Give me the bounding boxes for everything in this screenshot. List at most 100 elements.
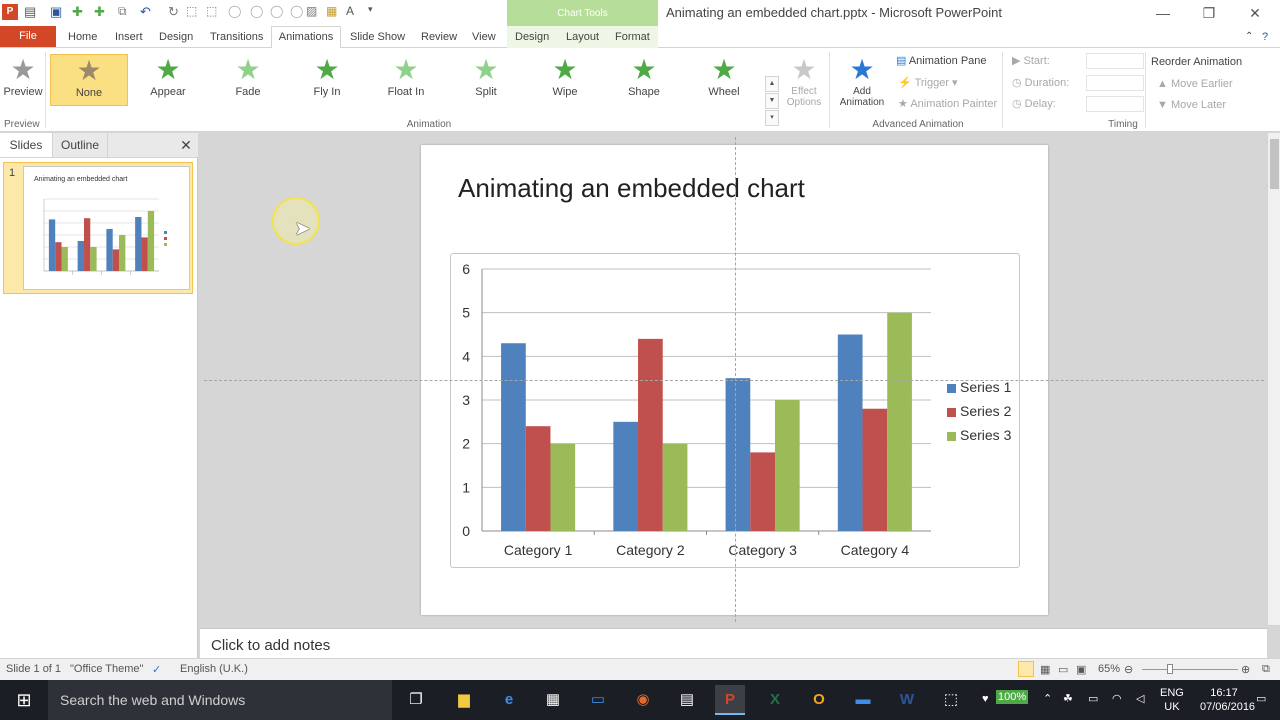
- powerpoint-logo-icon[interactable]: P: [2, 4, 18, 20]
- zoom-slider[interactable]: [1142, 669, 1238, 670]
- minimize-icon[interactable]: —: [1148, 2, 1178, 24]
- outlook-icon[interactable]: O: [804, 685, 834, 715]
- animation-painter-button[interactable]: ★ Animation Painter: [898, 97, 997, 110]
- notes-pane[interactable]: Click to add notes: [200, 628, 1267, 658]
- snipping-tool-icon[interactable]: ⬚: [936, 685, 966, 715]
- tab-slide-show[interactable]: Slide Show: [350, 29, 405, 48]
- reading-view-icon[interactable]: ▭: [1058, 663, 1068, 676]
- tab-review[interactable]: Review: [421, 29, 457, 48]
- battery-icon[interactable]: ▭: [1088, 692, 1098, 706]
- animation-appear[interactable]: ★ Appear: [129, 54, 207, 106]
- save-icon[interactable]: ▣: [50, 4, 66, 20]
- tab-outline[interactable]: Outline: [52, 133, 108, 157]
- animation-fly-in[interactable]: ★ Fly In: [288, 54, 366, 106]
- group-icon[interactable]: ⧉: [118, 4, 134, 20]
- task-view-icon[interactable]: ❐: [401, 685, 431, 715]
- close-panel-icon[interactable]: ✕: [176, 133, 196, 157]
- redo-icon[interactable]: ↻: [168, 4, 184, 20]
- animation-wipe[interactable]: ★ Wipe: [526, 54, 604, 106]
- shape4-icon[interactable]: ◯: [290, 4, 306, 20]
- move-earlier-button[interactable]: ▲ Move Earlier: [1157, 78, 1233, 90]
- slide-title[interactable]: Animating an embedded chart: [458, 173, 805, 204]
- tab-design[interactable]: Design: [159, 29, 193, 48]
- calculator-icon[interactable]: ▤: [672, 685, 702, 715]
- file-explorer-icon[interactable]: ▆: [449, 685, 479, 715]
- slide-sorter-icon[interactable]: ▦: [1040, 663, 1050, 676]
- animation-float-in[interactable]: ★ Float In: [367, 54, 445, 106]
- animation-wheel[interactable]: ★ Wheel: [685, 54, 763, 106]
- store-icon[interactable]: ▦: [538, 685, 568, 715]
- tab-transitions[interactable]: Transitions: [210, 29, 263, 48]
- preview-button[interactable]: ★ Preview: [2, 54, 44, 106]
- align-icon[interactable]: ⬚: [206, 4, 222, 20]
- shape3-icon[interactable]: ◯: [270, 4, 286, 20]
- slideshow-view-icon[interactable]: ▣: [1076, 663, 1086, 676]
- zoom-in-icon[interactable]: ⊕: [1241, 663, 1250, 676]
- notifications-icon[interactable]: ▭: [1256, 692, 1266, 706]
- help-icon[interactable]: ?: [1262, 29, 1268, 48]
- customize-qat-icon[interactable]: ▾: [368, 4, 384, 20]
- tab-chart-layout[interactable]: Layout: [566, 29, 599, 48]
- shape2-icon[interactable]: ◯: [250, 4, 266, 20]
- close-icon[interactable]: ✕: [1240, 2, 1270, 24]
- picture-icon[interactable]: ▨: [306, 4, 322, 20]
- network-icon[interactable]: ☘: [1063, 692, 1073, 706]
- tab-file[interactable]: File: [0, 26, 56, 47]
- tray-app-icon[interactable]: ♥: [982, 692, 989, 706]
- scrollbar-thumb[interactable]: [1270, 139, 1279, 189]
- tab-home[interactable]: Home: [68, 29, 97, 48]
- shape-icon[interactable]: ◯: [228, 4, 244, 20]
- quick-access-menu-icon[interactable]: ▤: [24, 4, 40, 20]
- show-hidden-icons-icon[interactable]: ⌃: [1043, 692, 1052, 706]
- gallery-scroll-up-icon[interactable]: ▲: [765, 76, 779, 92]
- move-later-button[interactable]: ▼ Move Later: [1157, 99, 1226, 111]
- tab-insert[interactable]: Insert: [115, 29, 143, 48]
- paste-icon[interactable]: ▦: [326, 4, 342, 20]
- tab-view[interactable]: View: [472, 29, 496, 48]
- clock[interactable]: 16:17 07/06/2016: [1200, 686, 1255, 714]
- zoom-out-icon[interactable]: ⊖: [1124, 663, 1133, 676]
- tab-chart-format[interactable]: Format: [615, 29, 650, 48]
- mail-icon[interactable]: ▬: [848, 685, 878, 715]
- collapse-ribbon-icon[interactable]: ⌃: [1245, 29, 1253, 48]
- slide-thumbnail-1[interactable]: 1 Animating an embedded chart: [3, 162, 193, 294]
- vertical-scrollbar[interactable]: [1267, 133, 1280, 625]
- remote-desktop-icon[interactable]: ▭: [583, 685, 613, 715]
- spelling-icon[interactable]: ✓: [152, 663, 161, 676]
- tab-slides[interactable]: Slides: [0, 133, 52, 157]
- restore-icon[interactable]: ❐: [1194, 2, 1224, 24]
- tab-chart-design[interactable]: Design: [515, 29, 549, 48]
- delay-input[interactable]: [1086, 96, 1144, 112]
- trigger-button[interactable]: ⚡ Trigger ▾: [898, 76, 958, 89]
- animation-split[interactable]: ★ Split: [447, 54, 525, 106]
- new-slide-icon[interactable]: ✚: [72, 4, 88, 20]
- excel-icon[interactable]: X: [760, 685, 790, 715]
- battery-indicator[interactable]: 100%: [996, 690, 1029, 704]
- gallery-scroll-down-icon[interactable]: ▼: [765, 93, 779, 109]
- powerpoint-taskbar-icon[interactable]: P: [715, 685, 745, 715]
- animation-none[interactable]: ★ None: [50, 54, 128, 106]
- effect-options-button[interactable]: ★ Effect Options: [782, 54, 826, 108]
- windows-start-icon[interactable]: ⊞: [0, 680, 48, 720]
- input-language[interactable]: ENG UK: [1160, 686, 1184, 714]
- animation-fade[interactable]: ★ Fade: [209, 54, 287, 106]
- zoom-level[interactable]: 65%: [1098, 663, 1120, 675]
- edge-icon[interactable]: e: [494, 685, 524, 715]
- language[interactable]: English (U.K.): [180, 663, 248, 675]
- start-select[interactable]: [1086, 53, 1144, 69]
- normal-view-icon[interactable]: [1018, 661, 1034, 677]
- animation-pane-button[interactable]: ▤ Animation Pane: [896, 54, 987, 67]
- font-color-icon[interactable]: A: [346, 4, 362, 20]
- duration-input[interactable]: [1086, 75, 1144, 91]
- add-icon[interactable]: ✚: [94, 4, 110, 20]
- gallery-more-icon[interactable]: ▾: [765, 110, 779, 126]
- crop-icon[interactable]: ⬚: [186, 4, 202, 20]
- fit-slide-icon[interactable]: ⧉: [1262, 663, 1270, 676]
- add-animation-button[interactable]: ★ Add Animation: [834, 54, 890, 108]
- zoom-slider-thumb[interactable]: [1167, 664, 1173, 674]
- undo-icon[interactable]: ↶: [140, 4, 156, 20]
- firefox-icon[interactable]: ◉: [628, 685, 658, 715]
- wifi-icon[interactable]: ◠: [1112, 692, 1122, 706]
- animation-shape[interactable]: ★ Shape: [605, 54, 683, 106]
- word-icon[interactable]: W: [892, 685, 922, 715]
